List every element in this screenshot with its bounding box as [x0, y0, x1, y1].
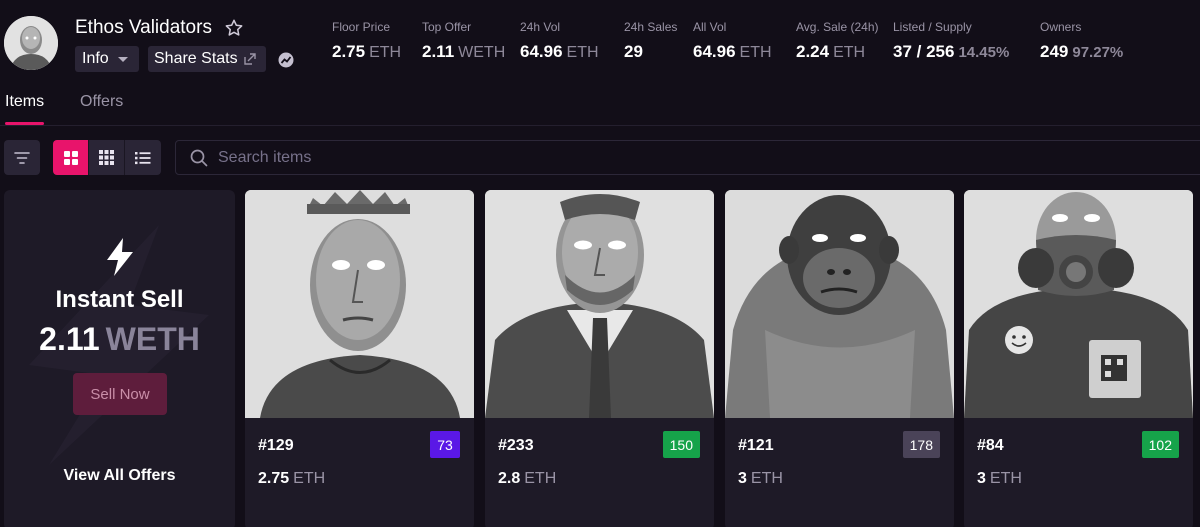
chevron-down-icon [117, 56, 128, 62]
rarity-rank-badge: 178 [902, 431, 940, 458]
nft-image [245, 190, 474, 418]
nft-image [964, 190, 1193, 418]
filter-button[interactable] [4, 140, 40, 175]
stat-avg-sale: Avg. Sale (24h) 2.24 ETH [796, 20, 879, 61]
stat-top-offer: Top Offer 2.11 WETH [422, 20, 506, 61]
search-bar [175, 140, 1200, 175]
small-grid-icon [99, 150, 114, 165]
list-icon [135, 151, 151, 164]
star-icon[interactable] [224, 18, 244, 38]
search-input[interactable] [218, 148, 1118, 167]
active-tab-indicator [5, 122, 44, 125]
info-label: Info [82, 50, 109, 67]
tab-offers[interactable]: Offers [80, 93, 123, 111]
nft-price: 2.75 ETH [258, 470, 326, 487]
rarity-rank-badge: 150 [662, 431, 700, 458]
nft-token-id: #233 [498, 437, 534, 454]
stat-floor-price: Floor Price 2.75 ETH [332, 20, 402, 61]
large-grid-view-button[interactable] [53, 140, 89, 175]
collection-header: Ethos Validators Info Share Stats Floor … [0, 0, 1200, 84]
nft-card[interactable]: #121 178 3 ETH [725, 190, 954, 527]
share-stats-button[interactable]: Share Stats [148, 46, 266, 72]
nft-token-id: #121 [738, 437, 774, 454]
share-stats-label: Share Stats [154, 50, 238, 67]
view-mode-toggle [53, 140, 161, 175]
stat-all-volume: All Vol 64.96 ETH [693, 20, 772, 61]
nft-token-id: #84 [977, 437, 1004, 454]
sell-now-button[interactable]: Sell Now [73, 373, 167, 415]
collection-avatar[interactable] [4, 16, 58, 70]
nft-token-id: #129 [258, 437, 294, 454]
nft-price: 3 ETH [977, 470, 1022, 487]
instant-sell-title: Instant Sell [55, 286, 184, 313]
search-icon [190, 149, 208, 166]
nft-image [725, 190, 954, 418]
small-grid-view-button[interactable] [89, 140, 125, 175]
nft-card[interactable]: #233 150 2.8 ETH [485, 190, 714, 527]
large-grid-icon [63, 150, 78, 165]
nft-card[interactable]: #129 73 2.75 ETH [245, 190, 474, 527]
list-view-button[interactable] [125, 140, 161, 175]
info-dropdown-button[interactable]: Info [75, 46, 139, 72]
collection-title: Ethos Validators [75, 17, 212, 38]
rarity-rank-badge: 102 [1141, 431, 1179, 458]
instant-sell-price: 2.11 WETH [39, 321, 200, 357]
stat-listed-supply: Listed / Supply 37 / 256 14.45% [893, 20, 1010, 61]
tab-items[interactable]: Items [5, 93, 44, 111]
nft-price: 3 ETH [738, 470, 783, 487]
view-all-offers-link[interactable]: View All Offers [4, 467, 235, 485]
nft-price: 2.8 ETH [498, 470, 557, 487]
stat-24h-sales: 24h Sales 29 [624, 20, 678, 61]
price-chart-icon[interactable] [278, 52, 294, 68]
tab-bar: Items Offers [0, 84, 1200, 126]
filter-icon [14, 151, 30, 164]
nft-image [485, 190, 714, 418]
external-share-icon [243, 53, 256, 65]
stat-24h-volume: 24h Vol 64.96 ETH [520, 20, 599, 61]
instant-sell-card: Instant Sell 2.11 WETH Sell Now View All … [4, 190, 235, 527]
lightning-icon [107, 238, 133, 276]
rarity-rank-badge: 73 [430, 431, 460, 458]
nft-card[interactable]: #84 102 3 ETH [964, 190, 1193, 527]
stat-owners: Owners 249 97.27% [1040, 20, 1124, 61]
